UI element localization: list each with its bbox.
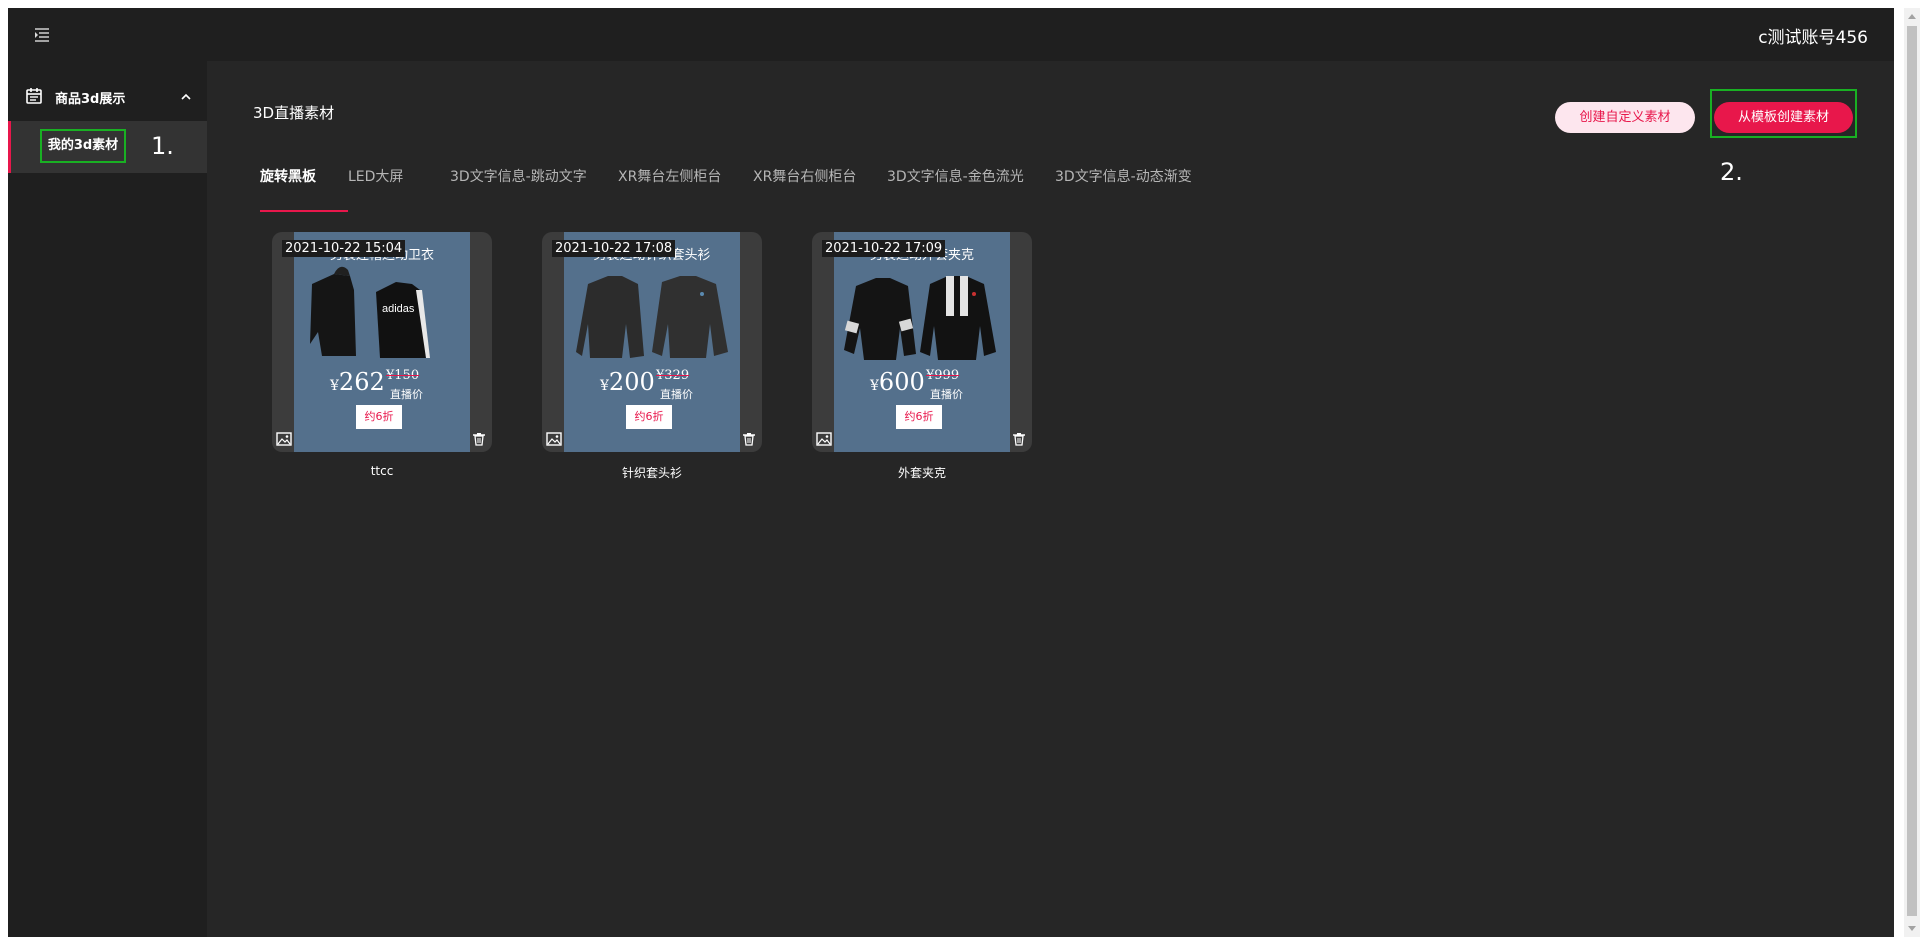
trash-icon[interactable]	[1012, 432, 1026, 446]
card-date: 2021-10-22 17:08	[552, 240, 676, 257]
poster-thumbnail: 男装运动外套夹克 ¥600 ¥999 直播价 约6折	[834, 232, 1010, 452]
scrollbar-thumb[interactable]	[1907, 26, 1917, 916]
sidebar-group-label: 商品3d展示	[55, 92, 126, 107]
sidebar-item-label: 我的3d素材	[40, 129, 126, 163]
scroll-up-arrow-icon[interactable]	[1908, 14, 1916, 19]
poster-discount-badge: 约6折	[626, 405, 672, 429]
tab-rotating-blackboard[interactable]: 旋转黑板	[260, 166, 316, 186]
sidebar-group-3d-display[interactable]: 商品3d展示	[8, 77, 207, 117]
poster-price-label: 直播价	[930, 388, 963, 401]
material-card[interactable]: 男装运动针织套头衫 ¥200 ¥329 直播价 约6折 2021-10-22 1…	[542, 232, 762, 452]
poster-price-label: 直播价	[390, 388, 423, 401]
material-card[interactable]: 男装运动外套夹克 ¥600 ¥999 直播价 约6折 2021-10-22 17…	[812, 232, 1032, 452]
annotation-highlight-box	[1710, 89, 1857, 138]
app-window: c测试账号456 商品3d展示 我的3d素材 1. 3D直播素材 创建自定义素材…	[8, 8, 1894, 937]
trash-icon[interactable]	[742, 432, 756, 446]
svg-text:adidas: adidas	[382, 303, 415, 315]
annotation-step-1: 1.	[151, 132, 174, 160]
poster-price: ¥200	[600, 368, 655, 396]
tab-xr-stage-right-counter[interactable]: XR舞台右侧柜台	[753, 166, 856, 186]
card-date: 2021-10-22 15:04	[282, 240, 406, 257]
image-icon[interactable]	[816, 432, 832, 446]
poster-discount-badge: 约6折	[896, 405, 942, 429]
poster-thumbnail: 男装运动针织套头衫 ¥200 ¥329 直播价 约6折	[564, 232, 740, 452]
page-title: 3D直播素材	[253, 104, 335, 122]
trash-icon[interactable]	[472, 432, 486, 446]
image-icon[interactable]	[276, 432, 292, 446]
material-card[interactable]: adidas 男装连帽运动卫衣 ¥262 ¥150 直播价 约6折 2021-1…	[272, 232, 492, 452]
top-header: c测试账号456	[8, 8, 1894, 61]
card-name: 针织套头衫	[621, 466, 682, 480]
scroll-down-arrow-icon[interactable]	[1908, 926, 1916, 931]
poster-thumbnail: adidas 男装连帽运动卫衣 ¥262 ¥150 直播价 约6折	[294, 232, 470, 452]
create-custom-material-button[interactable]: 创建自定义素材	[1555, 102, 1695, 133]
poster-old-price: ¥150	[386, 368, 420, 383]
tab-3d-text-gradient[interactable]: 3D文字信息-动态渐变	[1055, 166, 1192, 186]
poster-old-price: ¥329	[656, 368, 690, 383]
account-name[interactable]: c测试账号456	[1758, 23, 1868, 48]
poster-price: ¥600	[870, 368, 925, 396]
tab-3d-text-bouncing[interactable]: 3D文字信息-跳动文字	[450, 166, 587, 186]
card-name: ttcc	[370, 464, 394, 478]
poster-price-label: 直播价	[660, 388, 693, 401]
image-icon[interactable]	[546, 432, 562, 446]
poster-price: ¥262	[330, 368, 385, 396]
sidebar: 商品3d展示 我的3d素材 1.	[8, 61, 207, 937]
poster-old-price: ¥999	[926, 368, 960, 383]
poster-discount-badge: 约6折	[356, 405, 402, 429]
tab-3d-text-gold[interactable]: 3D文字信息-金色流光	[887, 166, 1024, 186]
active-tab-indicator	[260, 210, 348, 212]
vertical-scrollbar[interactable]	[1904, 8, 1920, 937]
card-name: 外套夹克	[897, 466, 946, 480]
calendar-icon	[26, 88, 42, 104]
tab-led-screen[interactable]: LED大屏	[348, 166, 403, 186]
chevron-up-icon	[181, 93, 191, 100]
sidebar-item-my-3d-materials[interactable]: 我的3d素材 1.	[8, 121, 207, 173]
annotation-step-2: 2.	[1720, 158, 1743, 186]
menu-fold-icon[interactable]	[31, 24, 53, 46]
tab-xr-stage-left-counter[interactable]: XR舞台左侧柜台	[618, 166, 721, 186]
card-date: 2021-10-22 17:09	[822, 240, 946, 257]
